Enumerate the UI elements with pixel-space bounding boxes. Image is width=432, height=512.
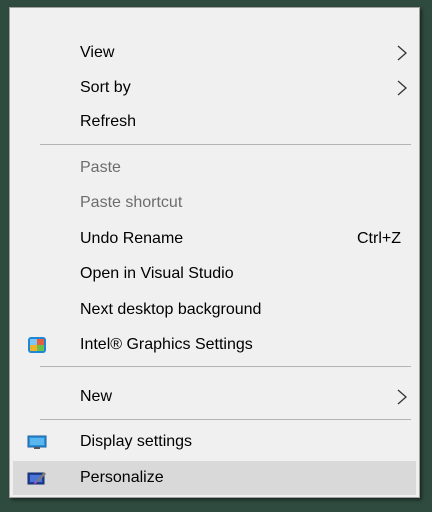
menu-item-refresh[interactable]: Refresh — [13, 105, 416, 139]
menu-item-display-settings[interactable]: Display settings — [13, 425, 416, 459]
menu-separator — [40, 419, 411, 420]
menu-item-new[interactable]: New — [13, 380, 416, 414]
menu-item-label: Open in Visual Studio — [80, 265, 234, 282]
menu-item-label: New — [80, 388, 113, 405]
menu-item-label: Intel® Graphics Settings — [80, 336, 253, 353]
menu-item-label: Paste — [80, 159, 121, 176]
intel-graphics-icon — [28, 337, 46, 353]
menu-item-open-in-visual-studio[interactable]: Open in Visual Studio — [13, 257, 416, 291]
desktop-context-menu: View Sort by Refresh Paste Paste shortcu… — [9, 7, 420, 498]
menu-separator — [40, 144, 411, 145]
chevron-right-icon — [397, 80, 407, 96]
menu-item-label: Next desktop background — [80, 301, 262, 318]
menu-item-paste: Paste — [13, 151, 416, 185]
menu-item-label: Refresh — [80, 113, 137, 130]
menu-item-label: Paste shortcut — [80, 194, 183, 211]
menu-item-sort-by[interactable]: Sort by — [13, 71, 416, 105]
personalize-icon — [27, 472, 46, 485]
menu-item-label: Display settings — [80, 433, 193, 450]
menu-item-label: Sort by — [80, 79, 131, 96]
menu-item-undo-rename[interactable]: Undo Rename Ctrl+Z — [13, 222, 416, 256]
menu-item-label: Personalize — [80, 469, 164, 486]
chevron-right-icon — [397, 389, 407, 405]
menu-item-intel-graphics-settings[interactable]: Intel® Graphics Settings — [13, 328, 416, 362]
menu-separator — [40, 366, 411, 367]
menu-item-paste-shortcut: Paste shortcut — [13, 186, 416, 220]
display-settings-icon — [27, 435, 47, 449]
chevron-right-icon — [397, 45, 407, 61]
menu-item-label: View — [80, 44, 115, 61]
menu-item-label: Undo Rename — [80, 230, 184, 247]
menu-item-next-desktop-background[interactable]: Next desktop background — [13, 293, 416, 327]
menu-item-personalize[interactable]: Personalize — [13, 461, 416, 495]
shortcut-hint: Ctrl+Z — [357, 230, 401, 247]
menu-item-view[interactable]: View — [13, 36, 416, 70]
